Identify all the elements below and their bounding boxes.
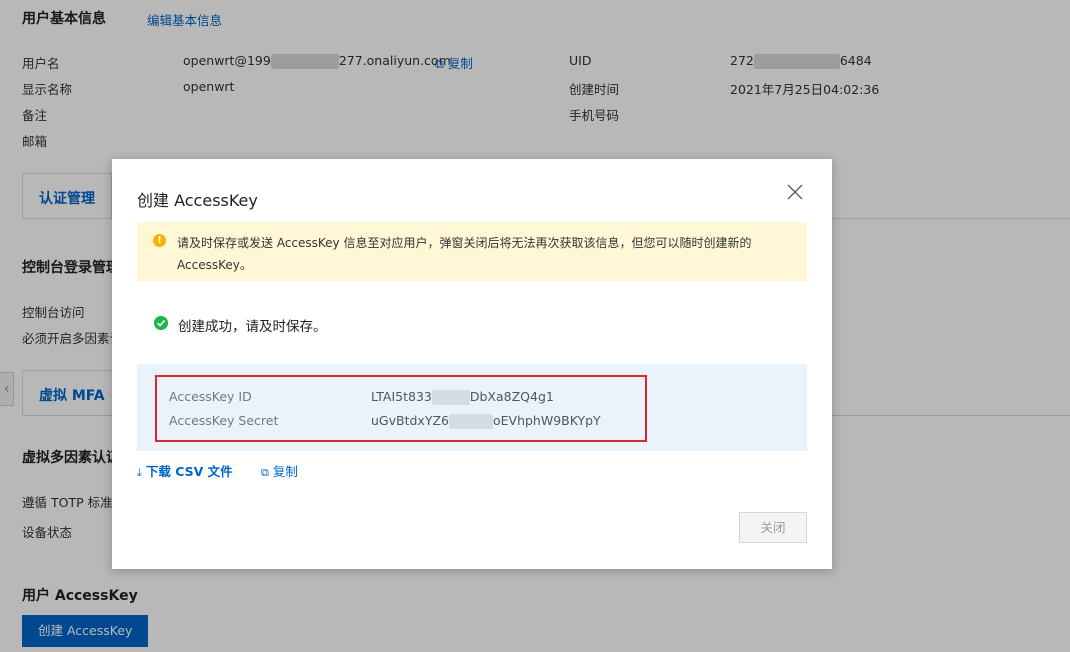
copy-icon: ⧉ (261, 466, 269, 479)
dialog-title: 创建 AccessKey (137, 191, 258, 210)
accesskey-secret-label: AccessKey Secret (169, 413, 279, 428)
masked-segment (448, 414, 493, 429)
create-accesskey-dialog: 创建 AccessKey ! 请及时保存或发送 AccessKey 信息至对应用… (112, 159, 832, 569)
accesskey-id-value: LTAI5t833 DbXa8ZQ4g1 (371, 389, 554, 405)
check-circle-icon (154, 316, 168, 330)
download-csv-button[interactable]: ⤓ 下载 CSV 文件 (137, 461, 233, 480)
success-text: 创建成功，请及时保存。 (178, 319, 327, 335)
accesskey-secret-value: uGvBtdxYZ6 oEVhphW9BKYpY (371, 413, 601, 429)
masked-segment (431, 390, 470, 405)
download-icon: ⤓ (137, 466, 142, 479)
accesskey-info-box: AccessKey ID LTAI5t833 DbXa8ZQ4g1 AccessK… (137, 364, 807, 451)
secret-prefix: uGvBtdxYZ6 (371, 413, 449, 428)
close-icon[interactable] (784, 181, 806, 203)
warning-banner: ! 请及时保存或发送 AccessKey 信息至对应用户，弹窗关闭后将无法再次获… (137, 222, 807, 281)
key-id-prefix: LTAI5t833 (371, 389, 432, 404)
warning-icon: ! (153, 234, 166, 247)
close-button[interactable]: 关闭 (739, 512, 807, 543)
copy-keys-label: 复制 (272, 464, 298, 479)
warning-text: 请及时保存或发送 AccessKey 信息至对应用户，弹窗关闭后将无法再次获取该… (177, 236, 752, 272)
highlight-frame (155, 375, 647, 442)
key-id-suffix: DbXa8ZQ4g1 (469, 389, 554, 404)
secret-suffix: oEVhphW9BKYpY (492, 413, 601, 428)
accesskey-id-label: AccessKey ID (169, 389, 252, 404)
download-csv-label: 下载 CSV 文件 (145, 464, 233, 479)
copy-keys-button[interactable]: ⧉ 复制 (261, 461, 298, 480)
